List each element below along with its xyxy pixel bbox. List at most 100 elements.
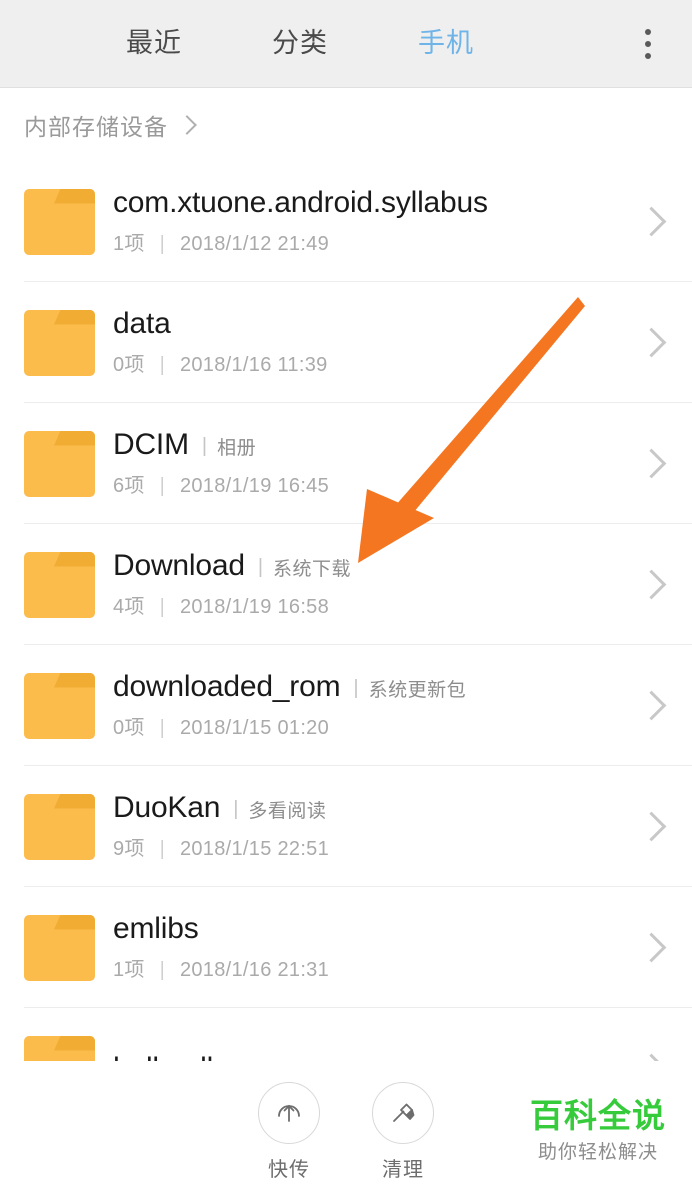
chevron-right-icon xyxy=(177,114,197,135)
watermark-subtitle: 助你轻松解决 xyxy=(537,1142,658,1164)
sub-separator: | xyxy=(159,596,166,619)
item-count: 4项 xyxy=(113,596,145,619)
file-name: Download xyxy=(113,548,245,582)
list-item[interactable]: DCIM | 相册 6项 | 2018/1/19 16:45 xyxy=(0,403,692,524)
file-name: hellosdk xyxy=(113,1053,222,1061)
list-item-meta: Download | 系统下载 4项 | 2018/1/19 16:58 xyxy=(113,550,627,620)
menu-dot xyxy=(645,52,651,59)
watermark-title: 百科全说 xyxy=(530,1096,666,1134)
list-item-meta: DuoKan | 多看阅读 9项 | 2018/1/15 22:51 xyxy=(113,792,627,862)
file-name: DuoKan xyxy=(113,790,221,824)
folder-icon xyxy=(24,309,95,376)
list-item-sub: 6项 | 2018/1/19 16:45 xyxy=(113,469,627,498)
tab-phone[interactable]: 手机 xyxy=(418,30,474,57)
list-item-sub: 1项 | 2018/1/12 21:49 xyxy=(113,227,627,256)
list-item-meta: emlibs 1项 | 2018/1/16 21:31 xyxy=(113,913,627,983)
cleanup-label: 清理 xyxy=(382,1158,424,1181)
folder-icon xyxy=(24,1035,95,1061)
sub-separator: | xyxy=(159,717,166,740)
chevron-right-icon[interactable] xyxy=(636,448,667,479)
file-name: data xyxy=(113,306,171,340)
alias-separator: | xyxy=(201,434,208,457)
tab-bar: 最近 分类 手机 xyxy=(0,0,600,87)
alias-separator: | xyxy=(233,797,239,820)
list-item-sub: 1项 | 2018/1/16 21:31 xyxy=(113,953,627,982)
item-date: 2018/1/16 21:31 xyxy=(179,959,330,982)
sub-separator: | xyxy=(159,233,166,256)
sub-separator: | xyxy=(159,838,166,861)
list-item-title-line: com.xtuone.android.syllabus xyxy=(113,187,627,219)
alias-separator: | xyxy=(353,676,359,699)
file-list[interactable]: com.xtuone.android.syllabus 1项 | 2018/1/… xyxy=(0,161,692,1061)
tab-recent[interactable]: 最近 xyxy=(126,30,182,57)
list-item-title-line: DCIM | 相册 xyxy=(113,429,627,461)
folder-icon xyxy=(24,672,95,739)
item-date: 2018/1/19 16:58 xyxy=(179,596,330,619)
chevron-right-icon[interactable] xyxy=(636,690,667,721)
chevron-right-icon[interactable] xyxy=(636,569,667,600)
file-name: com.xtuone.android.syllabus xyxy=(113,185,488,219)
alias-separator: | xyxy=(257,555,264,578)
file-alias: 系统下载 xyxy=(273,558,352,580)
item-date: 2018/1/12 21:49 xyxy=(179,233,330,256)
file-name: downloaded_rom xyxy=(113,669,341,703)
watermark: 百科全说 助你轻松解决 xyxy=(530,1096,666,1165)
folder-icon xyxy=(24,188,95,255)
list-item[interactable]: emlibs 1项 | 2018/1/16 21:31 xyxy=(0,887,692,1008)
file-manager-screen: 最近 分类 手机 内部存储设备 com.xtuone.android.sylla… xyxy=(0,0,692,1194)
item-count: 9项 xyxy=(113,838,145,861)
chevron-right-icon[interactable] xyxy=(636,206,667,237)
tab-categories[interactable]: 分类 xyxy=(272,30,328,57)
list-item-sub: 4项 | 2018/1/19 16:58 xyxy=(113,590,627,619)
file-name: emlibs xyxy=(113,911,199,945)
list-item[interactable]: Download | 系统下载 4项 | 2018/1/19 16:58 xyxy=(0,524,692,645)
list-item-meta: downloaded_rom | 系统更新包 0项 | 2018/1/15 01… xyxy=(113,671,627,741)
item-date: 2018/1/16 11:39 xyxy=(179,354,328,377)
folder-icon xyxy=(24,914,95,981)
breadcrumb[interactable]: 内部存储设备 xyxy=(0,88,692,161)
folder-icon xyxy=(24,551,95,618)
list-item[interactable]: downloaded_rom | 系统更新包 0项 | 2018/1/15 01… xyxy=(0,645,692,766)
folder-icon xyxy=(24,430,95,497)
list-item-sub: 0项 | 2018/1/15 01:20 xyxy=(113,711,627,740)
upload-circle-icon xyxy=(258,1081,320,1144)
item-count: 6项 xyxy=(113,475,145,498)
breadcrumb-label: 内部存储设备 xyxy=(24,113,168,140)
list-item-title-line: data xyxy=(113,308,627,340)
item-count: 0项 xyxy=(113,354,145,377)
item-count: 0项 xyxy=(113,717,145,740)
quick-transfer-button[interactable]: 快传 xyxy=(258,1081,320,1182)
list-item-title-line: hellosdk xyxy=(113,1053,627,1061)
list-item-title-line: DuoKan | 多看阅读 xyxy=(113,792,627,824)
list-item[interactable]: hellosdk xyxy=(0,1008,692,1061)
sub-separator: | xyxy=(159,354,166,377)
list-item-meta: hellosdk xyxy=(113,1053,627,1061)
list-item-title-line: downloaded_rom | 系统更新包 xyxy=(113,671,627,703)
item-count: 1项 xyxy=(113,233,145,256)
list-item[interactable]: DuoKan | 多看阅读 9项 | 2018/1/15 22:51 xyxy=(0,766,692,887)
chevron-right-icon[interactable] xyxy=(636,932,667,963)
list-item-sub: 0项 | 2018/1/16 11:39 xyxy=(113,348,627,377)
list-item-meta: com.xtuone.android.syllabus 1项 | 2018/1/… xyxy=(113,187,627,257)
chevron-right-icon[interactable] xyxy=(636,327,667,358)
item-date: 2018/1/19 16:45 xyxy=(179,475,330,498)
file-alias: 系统更新包 xyxy=(368,679,467,701)
folder-icon xyxy=(24,793,95,860)
app-header: 最近 分类 手机 xyxy=(0,0,692,88)
cleanup-button[interactable]: 清理 xyxy=(372,1081,434,1182)
menu-dot xyxy=(645,40,651,47)
broom-icon xyxy=(372,1081,434,1144)
sub-separator: | xyxy=(159,959,166,982)
item-date: 2018/1/15 01:20 xyxy=(179,717,330,740)
list-item-meta: DCIM | 相册 6项 | 2018/1/19 16:45 xyxy=(113,429,627,499)
list-item[interactable]: data 0项 | 2018/1/16 11:39 xyxy=(0,282,692,403)
file-name: DCIM xyxy=(113,427,189,461)
chevron-right-icon[interactable] xyxy=(636,1053,667,1061)
more-vertical-icon[interactable] xyxy=(630,22,666,66)
quick-transfer-label: 快传 xyxy=(268,1158,310,1181)
sub-separator: | xyxy=(159,475,166,498)
list-item-title-line: emlibs xyxy=(113,913,627,945)
list-item[interactable]: com.xtuone.android.syllabus 1项 | 2018/1/… xyxy=(0,161,692,282)
list-item-title-line: Download | 系统下载 xyxy=(113,550,627,582)
chevron-right-icon[interactable] xyxy=(636,811,667,842)
